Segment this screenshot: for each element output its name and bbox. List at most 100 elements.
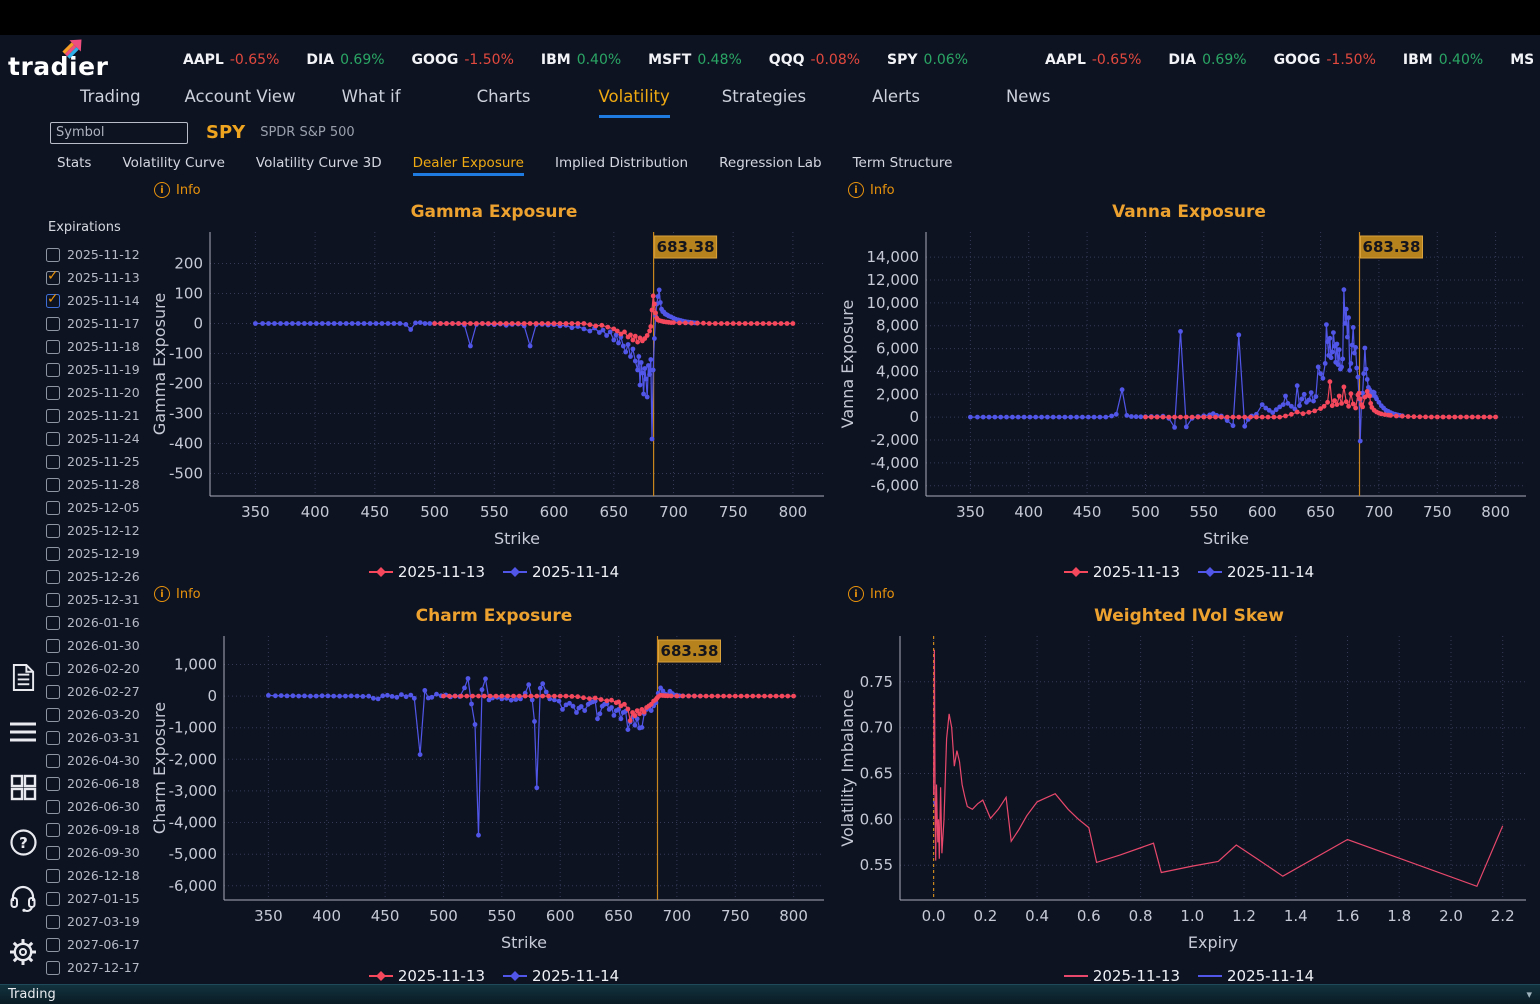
legend-item-2025-11-14[interactable]: 2025-11-14: [1198, 967, 1314, 985]
expiration-checkbox[interactable]: [46, 776, 60, 791]
tab-regression-lab[interactable]: Regression Lab: [719, 155, 822, 176]
svg-text:-500: -500: [169, 465, 203, 483]
expiration-checkbox[interactable]: [46, 684, 60, 699]
legend-label: 2025-11-14: [1227, 967, 1315, 985]
vanna-exposure-plot[interactable]: 350 400 450 500 550 600 650 700 750 800 14,000 12,0…: [838, 226, 1540, 560]
expiration-date-label: 2025-11-20: [67, 385, 140, 400]
expiration-row: 2026-04-30: [46, 749, 150, 772]
nav-item-volatility[interactable]: Volatility: [598, 85, 670, 118]
expiration-row: 2025-12-26: [46, 565, 150, 588]
charm-exposure-plot[interactable]: 350 400 450 500 550 600 650 700 750 800 1,000 0 -1,0…: [150, 630, 838, 964]
symbol-input[interactable]: [50, 121, 188, 144]
legend-item-2025-11-13[interactable]: 2025-11-13: [1063, 563, 1180, 581]
tab-implied-distribution[interactable]: Implied Distribution: [555, 155, 688, 176]
expiration-checkbox[interactable]: [46, 937, 60, 952]
ticker-symbol: IBM: [1402, 52, 1433, 68]
expiration-row: 2025-11-17: [46, 312, 150, 335]
nav-item-account-view[interactable]: Account View: [185, 85, 296, 118]
legend-item-2025-11-13[interactable]: 2025-11-13: [368, 967, 485, 985]
nav-item-strategies[interactable]: Strategies: [722, 85, 806, 118]
svg-text:1.6: 1.6: [1336, 907, 1360, 925]
tradier-logo[interactable]: tradier: [8, 37, 118, 83]
support-headset-icon[interactable]: [9, 883, 37, 912]
legend-item-2025-11-13[interactable]: 2025-11-13: [368, 563, 485, 581]
expiration-checkbox[interactable]: [46, 431, 60, 446]
expiration-checkbox[interactable]: [46, 477, 60, 492]
info-button[interactable]: i Info: [154, 584, 214, 604]
expiration-checkbox[interactable]: [46, 268, 60, 285]
expiration-date-label: 2026-06-18: [67, 776, 140, 791]
svg-text:-5,000: -5,000: [169, 845, 217, 863]
legend-item-2025-11-14[interactable]: 2025-11-14: [1198, 563, 1314, 581]
info-button[interactable]: i Info: [848, 584, 908, 604]
expiration-checkbox[interactable]: [46, 615, 60, 630]
apps-grid-icon[interactable]: [9, 773, 37, 801]
expiration-checkbox[interactable]: [46, 707, 60, 722]
expiration-checkbox[interactable]: [46, 960, 60, 975]
expiration-date-label: 2027-06-17: [67, 937, 140, 952]
expiration-checkbox[interactable]: [46, 385, 60, 400]
ticker-symbol: GOOG: [1273, 52, 1321, 68]
tab-stats[interactable]: Stats: [57, 155, 91, 176]
expiration-checkbox[interactable]: [46, 316, 60, 331]
expiration-checkbox[interactable]: [46, 868, 60, 883]
bottom-bar-caret-icon[interactable]: ▾: [1526, 988, 1532, 1001]
info-label: Info: [176, 182, 201, 198]
expiration-checkbox[interactable]: [46, 753, 60, 768]
legend-item-2025-11-13[interactable]: 2025-11-13: [1063, 967, 1180, 985]
expiration-checkbox[interactable]: [46, 291, 60, 308]
svg-text:Gamma Exposure: Gamma Exposure: [150, 293, 169, 435]
expiration-checkbox[interactable]: [46, 454, 60, 469]
expiration-checkbox[interactable]: [46, 247, 60, 262]
tab-dealer-exposure[interactable]: Dealer Exposure: [412, 155, 524, 176]
expiration-checkbox[interactable]: [46, 638, 60, 653]
expiration-checkbox[interactable]: [46, 730, 60, 745]
weighted-ivol-skew-panel: i Info Weighted IVol Skew 0.0 0.2 0.4 0.6 0.8 1.…: [838, 580, 1540, 985]
svg-text:0.2: 0.2: [973, 907, 997, 925]
legend-item-2025-11-14[interactable]: 2025-11-14: [503, 563, 619, 581]
expiration-checkbox[interactable]: [46, 845, 60, 860]
svg-text:350: 350: [241, 503, 270, 521]
nav-item-trading[interactable]: Trading: [80, 85, 141, 118]
tab-volatility-curve-3d[interactable]: Volatility Curve 3D: [256, 155, 382, 176]
help-icon[interactable]: ?: [9, 828, 37, 856]
expiration-checkbox[interactable]: [46, 408, 60, 423]
svg-text:Expiry: Expiry: [1188, 933, 1238, 952]
expiration-checkbox[interactable]: [46, 500, 60, 515]
nav-item-alerts[interactable]: Alerts: [872, 85, 920, 118]
nav-item-what-if[interactable]: What if: [342, 85, 401, 118]
nav-item-charts[interactable]: Charts: [477, 85, 531, 118]
svg-text:Vanna Exposure: Vanna Exposure: [838, 300, 857, 429]
expiration-checkbox[interactable]: [46, 799, 60, 814]
expiration-checkbox[interactable]: [46, 914, 60, 929]
expiration-checkbox[interactable]: [46, 339, 60, 354]
expiration-date-label: 2025-12-26: [67, 569, 140, 584]
settings-gear-icon[interactable]: [9, 938, 37, 966]
tab-term-structure[interactable]: Term Structure: [853, 155, 953, 176]
top-black-bar: [0, 0, 1540, 35]
nav-item-news[interactable]: News: [1006, 85, 1051, 118]
legend-item-2025-11-14[interactable]: 2025-11-14: [503, 967, 619, 985]
svg-text:400: 400: [312, 907, 341, 925]
info-button[interactable]: i Info: [154, 180, 214, 200]
expiration-date-label: 2025-11-13: [67, 270, 140, 285]
legend-label: 2025-11-14: [1227, 563, 1315, 581]
gamma-exposure-plot[interactable]: 350 400 450 500 550 600 650 700 750 800 200 100 0 -10…: [150, 226, 838, 560]
expiration-checkbox[interactable]: [46, 891, 60, 906]
info-button[interactable]: i Info: [848, 180, 908, 200]
expiration-checkbox[interactable]: [46, 592, 60, 607]
expiration-checkbox[interactable]: [46, 362, 60, 377]
expiration-row: 2027-06-17: [46, 933, 150, 956]
expiration-checkbox[interactable]: [46, 661, 60, 676]
tab-volatility-curve[interactable]: Volatility Curve: [122, 155, 224, 176]
document-icon[interactable]: [9, 663, 37, 691]
menu-icon[interactable]: [9, 718, 37, 746]
expiration-checkbox[interactable]: [46, 822, 60, 837]
svg-text:600: 600: [546, 907, 575, 925]
expiration-checkbox[interactable]: [46, 569, 60, 584]
expiration-checkbox[interactable]: [46, 523, 60, 538]
svg-text:1.0: 1.0: [1180, 907, 1204, 925]
weighted-ivol-skew-plot[interactable]: 0.0 0.2 0.4 0.6 0.8 1.0 1.2 1.4 1.6 1.8 2.0 2.2 0.75…: [838, 630, 1540, 964]
expiration-checkbox[interactable]: [46, 546, 60, 561]
expiration-row: 2025-11-19: [46, 358, 150, 381]
